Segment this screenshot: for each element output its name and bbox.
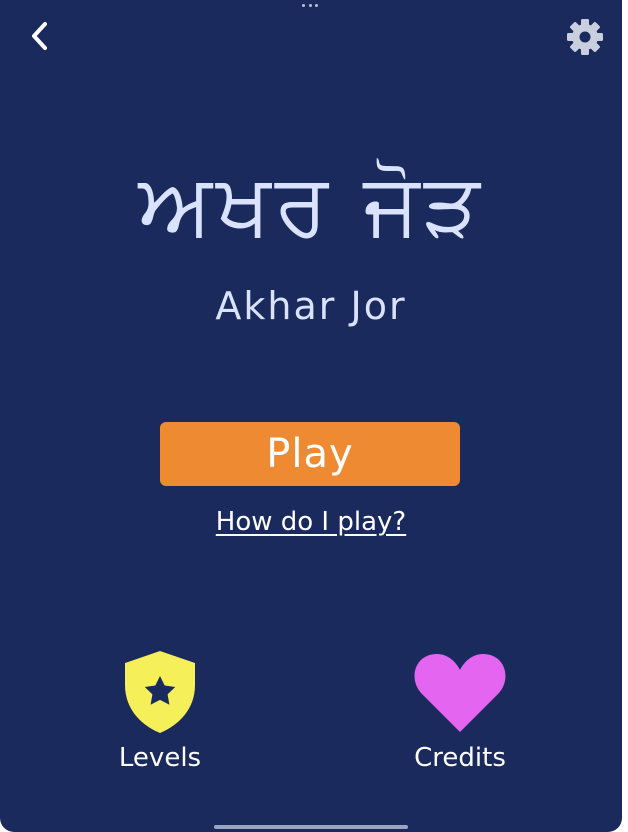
settings-button[interactable] [564,16,606,58]
levels-button[interactable]: Levels [80,648,240,776]
levels-label: Levels [118,743,202,773]
play-button-label: Play [266,431,354,477]
play-button[interactable]: Play [160,422,460,486]
shield-star-icon [125,651,195,733]
heart-icon [414,654,506,732]
back-button[interactable] [22,18,58,54]
chevron-left-icon [32,22,47,50]
credits-icon-wrapper [410,648,510,736]
how-to-play-link[interactable]: How do I play? [0,502,622,542]
app-title-latin: Akhar Jor [215,284,407,328]
credits-button[interactable]: Credits [380,648,540,776]
app-title-gurmukhi: ਅਖਰ ਜੋੜ [138,155,484,255]
app-screen: ਅਖਰ ਜੋੜ Akhar Jor Play How do I play? Le… [0,0,622,832]
credits-label: Credits [414,743,506,773]
home-indicator[interactable] [214,825,408,829]
multitasking-dots-icon[interactable] [302,4,318,8]
levels-icon-wrapper [110,648,210,736]
gear-icon [567,19,603,55]
